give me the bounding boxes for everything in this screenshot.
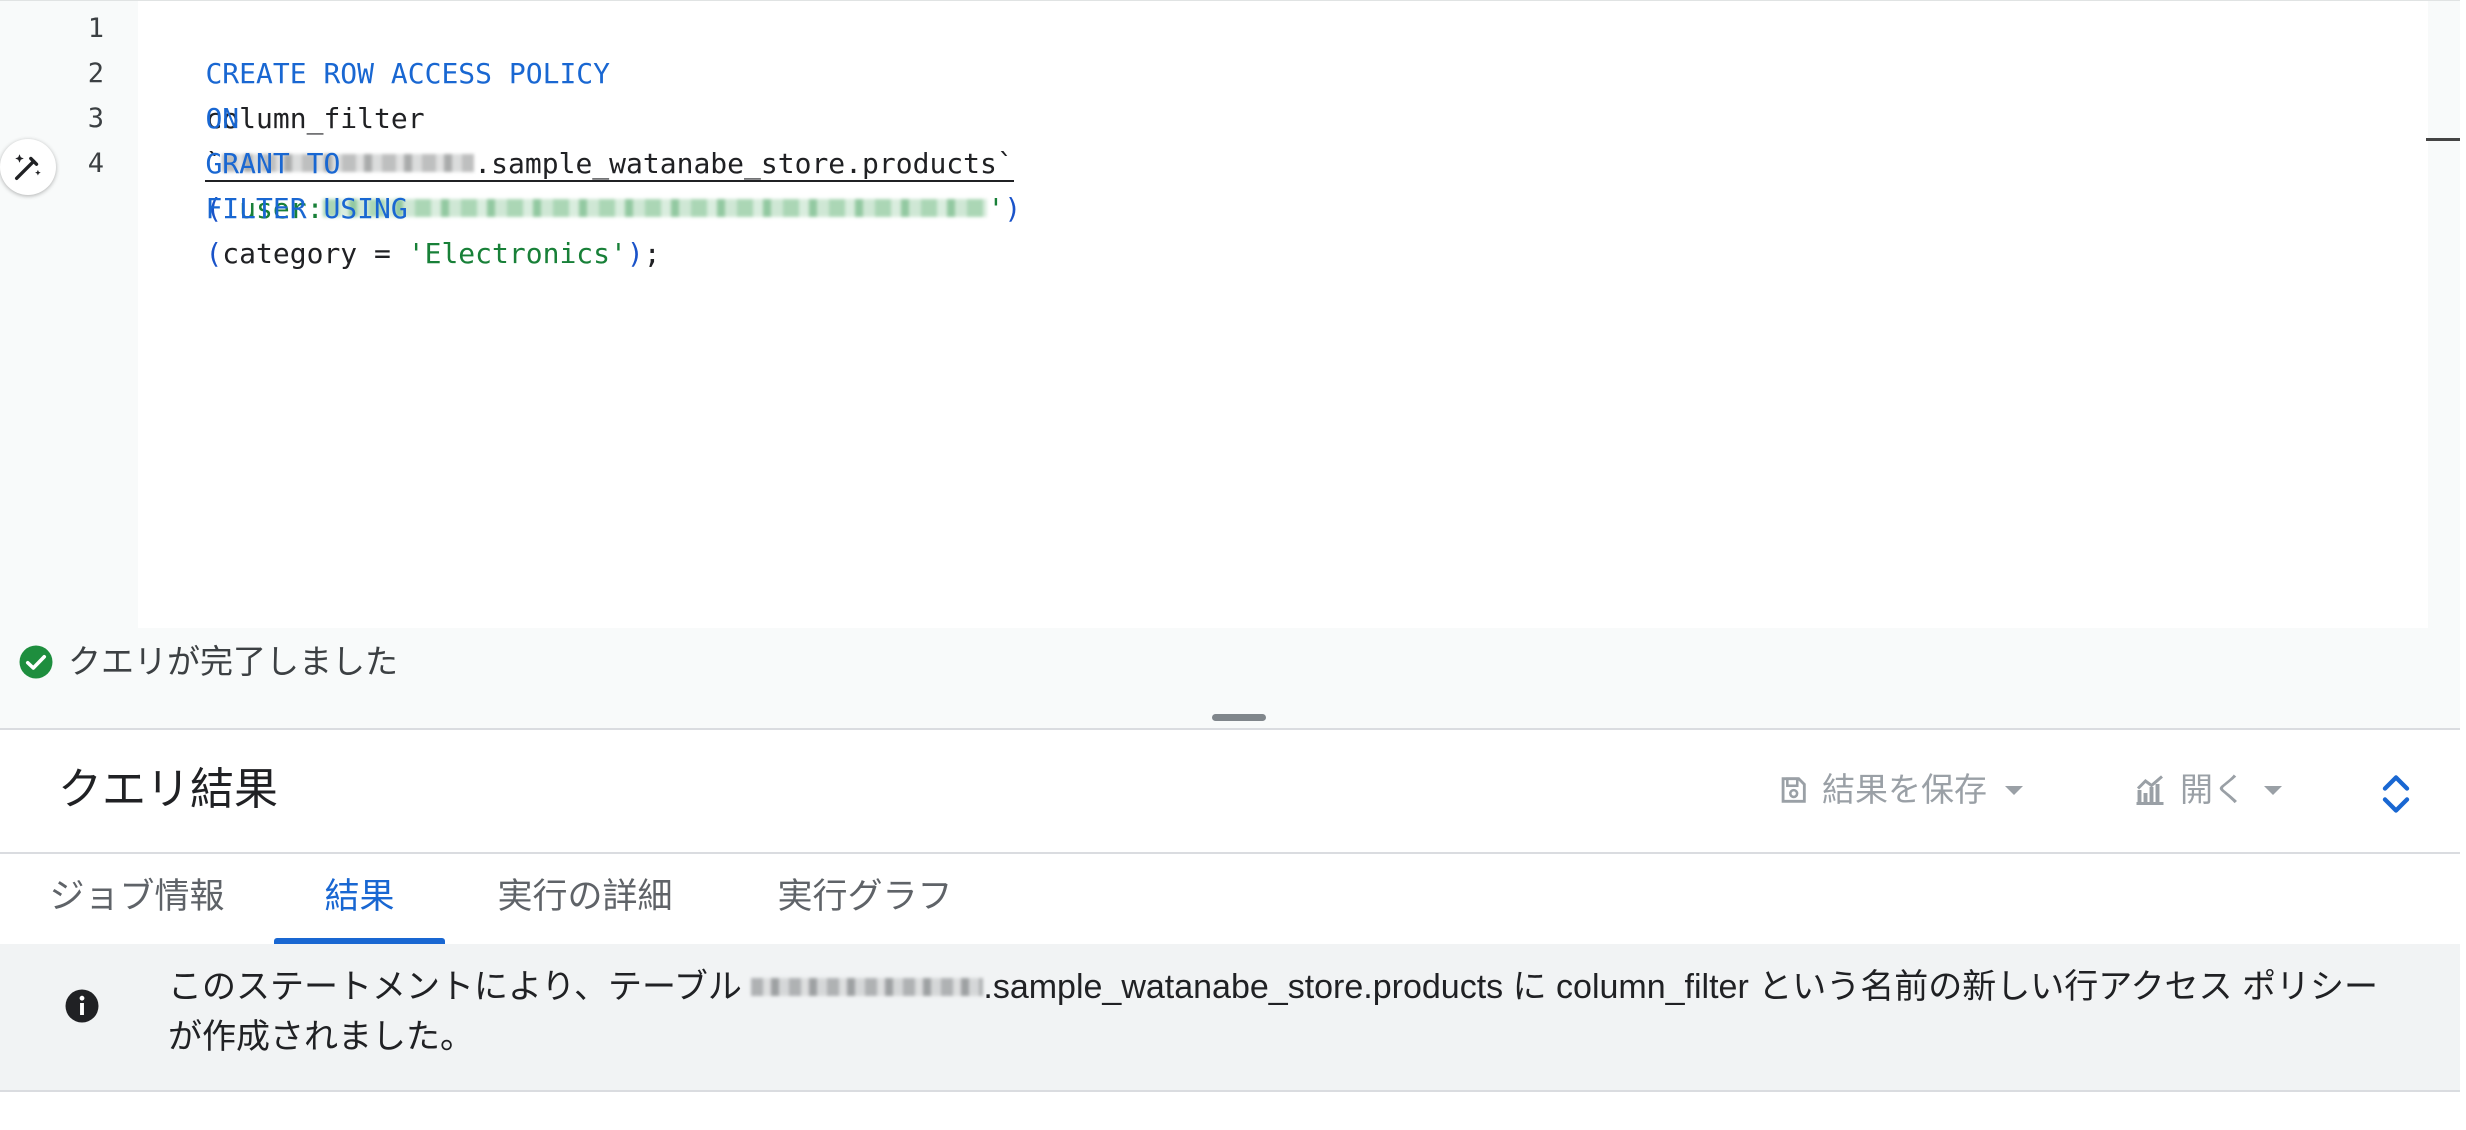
results-tabs: ジョブ情報 結果 実行の詳細 実行グラフ bbox=[0, 854, 2460, 944]
expand-icon[interactable] bbox=[2378, 772, 2414, 816]
message-text-start: このステートメントにより、テーブル bbox=[168, 968, 752, 1006]
backtick: ` bbox=[996, 147, 1014, 180]
redacted-project-id bbox=[751, 978, 984, 997]
open-button[interactable]: 開く bbox=[2132, 768, 2282, 812]
tab-execution-graph[interactable]: 実行グラフ bbox=[772, 854, 958, 944]
resize-handle[interactable] bbox=[1212, 714, 1266, 721]
tab-job-info[interactable]: ジョブ情報 bbox=[44, 854, 230, 944]
chevron-down-icon bbox=[2264, 785, 2282, 795]
results-title: クエリ結果 bbox=[58, 765, 278, 814]
check-circle-icon bbox=[19, 645, 53, 679]
magic-wand-icon bbox=[14, 154, 41, 181]
results-header: クエリ結果 結果を保存 開く bbox=[0, 730, 2460, 852]
ai-assist-button[interactable] bbox=[0, 139, 56, 195]
chevron-down-icon bbox=[2005, 785, 2023, 795]
line-number: 1 bbox=[87, 13, 104, 44]
code-line-2[interactable]: ON ` .sample_watanabe_store.products` bbox=[138, 51, 1014, 182]
paren: ( bbox=[205, 237, 223, 270]
tab-results[interactable]: 結果 bbox=[274, 854, 445, 944]
code-line-4[interactable]: FILTER USING (category = 'Electronics'); bbox=[138, 141, 660, 270]
sql-editor[interactable]: 1 2 3 4 CREATE ROW ACCESS POLICY column_… bbox=[0, 0, 2460, 629]
paren: ) bbox=[1004, 192, 1022, 225]
divider bbox=[0, 1090, 2460, 1092]
save-icon bbox=[1781, 777, 1806, 803]
result-message: このステートメントにより、テーブル .sample_watanabe_store… bbox=[0, 944, 2460, 1090]
string-literal: ' bbox=[987, 192, 1005, 225]
sql-keyword: FILTER USING bbox=[205, 192, 408, 225]
filter-expression: category = bbox=[222, 237, 408, 270]
message-text: このステートメントにより、テーブル .sample_watanabe_store… bbox=[168, 962, 2408, 1062]
info-icon bbox=[65, 989, 99, 1023]
semicolon: ; bbox=[643, 237, 661, 270]
paren: ) bbox=[626, 237, 644, 270]
redacted-user-email bbox=[323, 199, 988, 217]
code-line-3[interactable]: GRANT TO ('user: ') bbox=[138, 96, 1021, 225]
line-number: 4 bbox=[87, 148, 104, 179]
status-text: クエリが完了しました bbox=[68, 643, 398, 680]
string-literal: 'Electronics' bbox=[407, 237, 627, 270]
minimap-indicator[interactable] bbox=[2426, 138, 2460, 141]
line-number: 2 bbox=[87, 58, 104, 89]
save-results-button[interactable]: 結果を保存 bbox=[1776, 768, 2023, 812]
query-status-bar: クエリが完了しました bbox=[0, 628, 2460, 728]
chart-icon bbox=[2136, 775, 2164, 805]
line-number: 3 bbox=[87, 103, 104, 134]
open-label: 開く bbox=[2180, 771, 2246, 808]
code-line-1[interactable]: CREATE ROW ACCESS POLICY column_filter bbox=[138, 6, 610, 135]
save-results-label: 結果を保存 bbox=[1822, 771, 1987, 808]
tab-execution-details[interactable]: 実行の詳細 bbox=[492, 854, 678, 944]
